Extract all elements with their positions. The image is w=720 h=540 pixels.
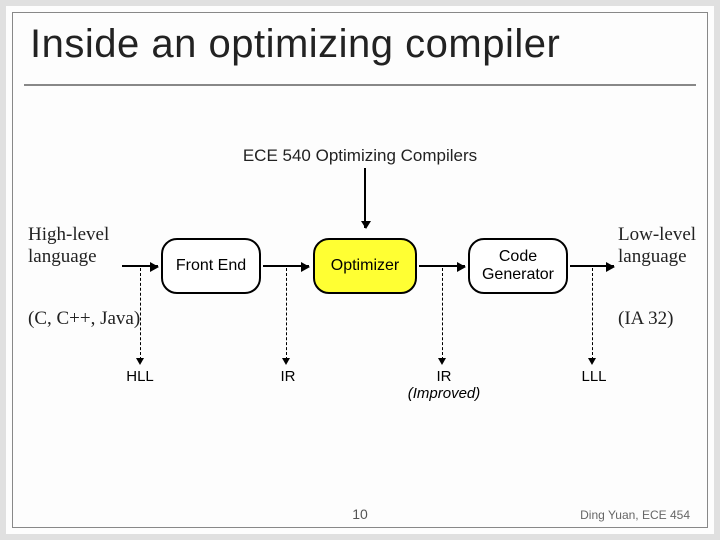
- dash-lll: [592, 268, 593, 360]
- credit: Ding Yuan, ECE 454: [580, 508, 690, 522]
- dash-ir-improved-head: [438, 358, 446, 365]
- arrow-in-front-end: [122, 265, 158, 267]
- text: language: [28, 246, 97, 267]
- label-target-arch: (IA 32): [618, 308, 673, 330]
- text: Low-level: [618, 224, 696, 245]
- label-source-langs: (C, C++, Java): [28, 308, 140, 330]
- edge-label-lll: LLL: [574, 368, 614, 385]
- box-front-end: Front End: [161, 238, 261, 294]
- slide: Inside an optimizing compiler ECE 540 Op…: [0, 0, 720, 540]
- dash-ir: [286, 268, 287, 360]
- box-code-generator: Code Generator: [468, 238, 568, 294]
- text: language: [618, 246, 687, 267]
- dash-hll: [140, 268, 141, 360]
- text: High-level: [28, 224, 109, 245]
- subtitle: ECE 540 Optimizing Compilers: [6, 146, 714, 166]
- dash-ir-head: [282, 358, 290, 365]
- dash-hll-head: [136, 358, 144, 365]
- box-optimizer: Optimizer: [313, 238, 417, 294]
- dash-lll-head: [588, 358, 596, 365]
- dash-ir-improved: [442, 268, 443, 360]
- box-label: Front End: [176, 257, 246, 275]
- arrow-subtitle-to-optimizer: [364, 168, 366, 228]
- edge-label-ir: IR: [268, 368, 308, 385]
- label-high-level-language: High-level language: [28, 224, 109, 268]
- arrow-optimizer-codegen: [419, 265, 465, 267]
- label-low-level-language: Low-level language: [618, 224, 696, 268]
- title-divider: [24, 84, 696, 86]
- arrow-out-codegen: [570, 265, 614, 267]
- edge-label-ir-improved: IR (Improved): [402, 368, 486, 402]
- arrow-frontend-optimizer: [263, 265, 309, 267]
- text: IR: [437, 368, 452, 385]
- text: (Improved): [408, 385, 481, 402]
- edge-label-hll: HLL: [120, 368, 160, 385]
- slide-title: Inside an optimizing compiler: [30, 22, 560, 67]
- box-label: Code Generator: [482, 248, 554, 284]
- box-label: Optimizer: [331, 257, 399, 275]
